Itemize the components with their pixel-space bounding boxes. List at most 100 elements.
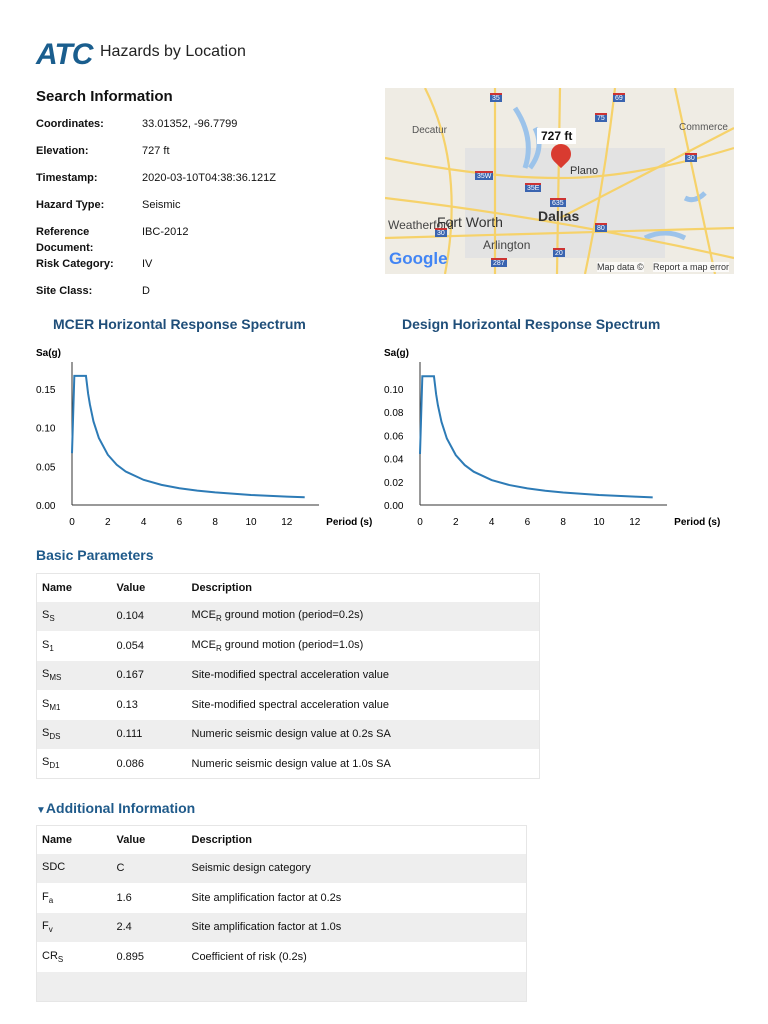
y-tick-label: 0.06 (384, 431, 404, 442)
highway-shield: 287 (491, 258, 507, 267)
column-header: Description (191, 581, 253, 594)
y-tick-label: 0.04 (384, 455, 404, 466)
info-value: 727 ft (142, 145, 170, 157)
y-axis-label: Sa(g) (384, 348, 409, 359)
param-value: 0.054 (116, 639, 145, 652)
x-axis-label: Period (s) (674, 517, 720, 528)
param-name: SS (36, 601, 112, 631)
map-label-commerce: Commerce (679, 122, 728, 133)
param-name: CRS (42, 949, 64, 964)
y-tick-label: 0.00 (384, 501, 404, 512)
google-logo[interactable]: Google (389, 249, 448, 269)
marker-elevation-label: 727 ft (537, 128, 577, 144)
table-row: Fa 1.6 Site amplification factor at 0.2s (37, 883, 527, 913)
param-name: S1 (42, 638, 54, 653)
info-row: Reference Document: IBC-2012 (36, 224, 366, 256)
param-name: SD1 (42, 756, 60, 771)
param-value: 0.086 (116, 757, 145, 770)
param-name: SDC (36, 853, 112, 883)
x-tick-label: 2 (453, 517, 459, 528)
caret-down-icon: ▼ (36, 805, 46, 816)
spectrum-line (71, 374, 305, 499)
search-info-list: Coordinates: 33.01352, -96.7799 Elevation:… (36, 116, 366, 310)
param-description: Site-modified spectral acceleration valu… (191, 698, 390, 711)
basic-parameters-heading: Basic Parameters (36, 547, 154, 563)
table-row: Fv 2.4 Site amplification factor at 1.0s (36, 912, 527, 942)
info-label: Timestamp: (36, 172, 98, 184)
column-header: Value (116, 833, 146, 846)
info-row: Risk Category: IV (36, 256, 366, 283)
info-row: Hazard Type: Seismic (36, 197, 366, 224)
param-value: 0.895 (116, 950, 145, 963)
table-row: CRS 0.895 Coefficient of risk (0.2s) (37, 942, 527, 972)
x-tick-label: 8 (560, 517, 566, 528)
table-row: SM1 0.13 Site-modified spectral accelerati… (37, 690, 540, 720)
info-value: 2020-03-10T04:38:36.121Z (142, 172, 276, 184)
table-row-empty (36, 971, 527, 1001)
x-tick-label: 6 (525, 517, 531, 528)
location-map[interactable]: Weatherford Decatur Commerce Plano Fort … (385, 88, 734, 274)
y-tick-label: 0.15 (36, 385, 56, 396)
info-value: IBC-2012 (142, 226, 189, 238)
y-tick-label: 0.10 (384, 385, 404, 396)
x-tick-label: 4 (489, 517, 495, 528)
highway-shield: 30 (685, 153, 697, 162)
param-value: 2.4 (111, 912, 187, 942)
param-value: 0.167 (111, 660, 187, 690)
y-axis-label: Sa(g) (36, 348, 61, 359)
table-row: SDS 0.111 Numeric seismic design value at … (36, 719, 540, 749)
additional-info-table: Name Value Description SDC C Seismic design c… (36, 825, 527, 1002)
param-value: C (111, 853, 187, 883)
info-label: Reference Document: (36, 226, 94, 254)
info-label: Elevation: (36, 145, 89, 157)
param-value: 0.13 (116, 698, 138, 711)
info-label: Risk Category: (36, 258, 114, 270)
highway-shield: 80 (595, 223, 607, 232)
info-value: 33.01352, -96.7799 (142, 118, 238, 130)
y-tick-label: 0.08 (384, 408, 404, 419)
basic-parameters-table: Name Value Description SS 0.104 MCER ground m… (36, 573, 540, 779)
map-canvas[interactable] (385, 88, 734, 274)
additional-info-heading: Additional Information (45, 800, 196, 816)
app-title: Hazards by Location (100, 43, 246, 60)
design-chart: Sa(g) 0.00 0.02 0.04 0.06 0.08 0.10 0 2 4 6 8 10 12 Pe… (384, 348, 720, 528)
param-value: 0.104 (111, 601, 187, 631)
highway-shield: 35 (490, 93, 502, 102)
info-row: Timestamp: 2020-03-10T04:38:36.121Z (36, 170, 366, 197)
info-label: Site Class: (36, 285, 93, 297)
y-tick-label: 0.02 (384, 478, 404, 489)
x-tick-label: 12 (629, 517, 641, 528)
table-row: S1 0.054 MCER ground motion (period=1.0s) (37, 631, 540, 661)
x-tick-label: 0 (69, 517, 75, 528)
report-map-error-link[interactable]: Report a map error (653, 262, 730, 272)
x-tick-label: 6 (177, 517, 183, 528)
map-label-plano: Plano (570, 165, 599, 177)
info-row: Coordinates: 33.01352, -96.7799 (36, 116, 366, 143)
param-description: MCER ground motion (period=0.2s) (186, 601, 540, 631)
x-tick-label: 4 (141, 517, 147, 528)
column-header: Description (191, 833, 253, 846)
atc-logo[interactable]: ATC (36, 38, 93, 72)
table-header: Name Value Description (37, 826, 527, 854)
highway-shield: 635 (550, 198, 566, 207)
info-value: Seismic (142, 199, 181, 211)
param-description: Numeric seismic design value at 1.0s SA (191, 757, 391, 770)
map-attribution: Map data © (597, 262, 644, 272)
map-label-dallas: Dallas (538, 208, 580, 224)
column-header: Name (42, 833, 72, 846)
search-info-heading: Search Information (36, 88, 173, 105)
map-label-arlington: Arlington (483, 238, 531, 252)
x-tick-label: 12 (281, 517, 293, 528)
param-description: Numeric seismic design value at 0.2s SA (186, 719, 540, 749)
param-name: SMS (36, 660, 112, 690)
additional-info-toggle[interactable]: ▼Additional Information (36, 800, 195, 816)
param-description: Site amplification factor at 0.2s (191, 891, 342, 904)
highway-shield: 75 (595, 113, 607, 122)
x-tick-label: 0 (417, 517, 423, 528)
info-label: Hazard Type: (36, 199, 105, 211)
design-chart-title: Design Horizontal Response Spectrum (402, 316, 661, 332)
param-value: 0.111 (111, 719, 187, 749)
highway-shield: 35E (525, 183, 542, 192)
table-header: Name Value Description (37, 574, 540, 602)
y-tick-label: 0.10 (36, 424, 56, 435)
